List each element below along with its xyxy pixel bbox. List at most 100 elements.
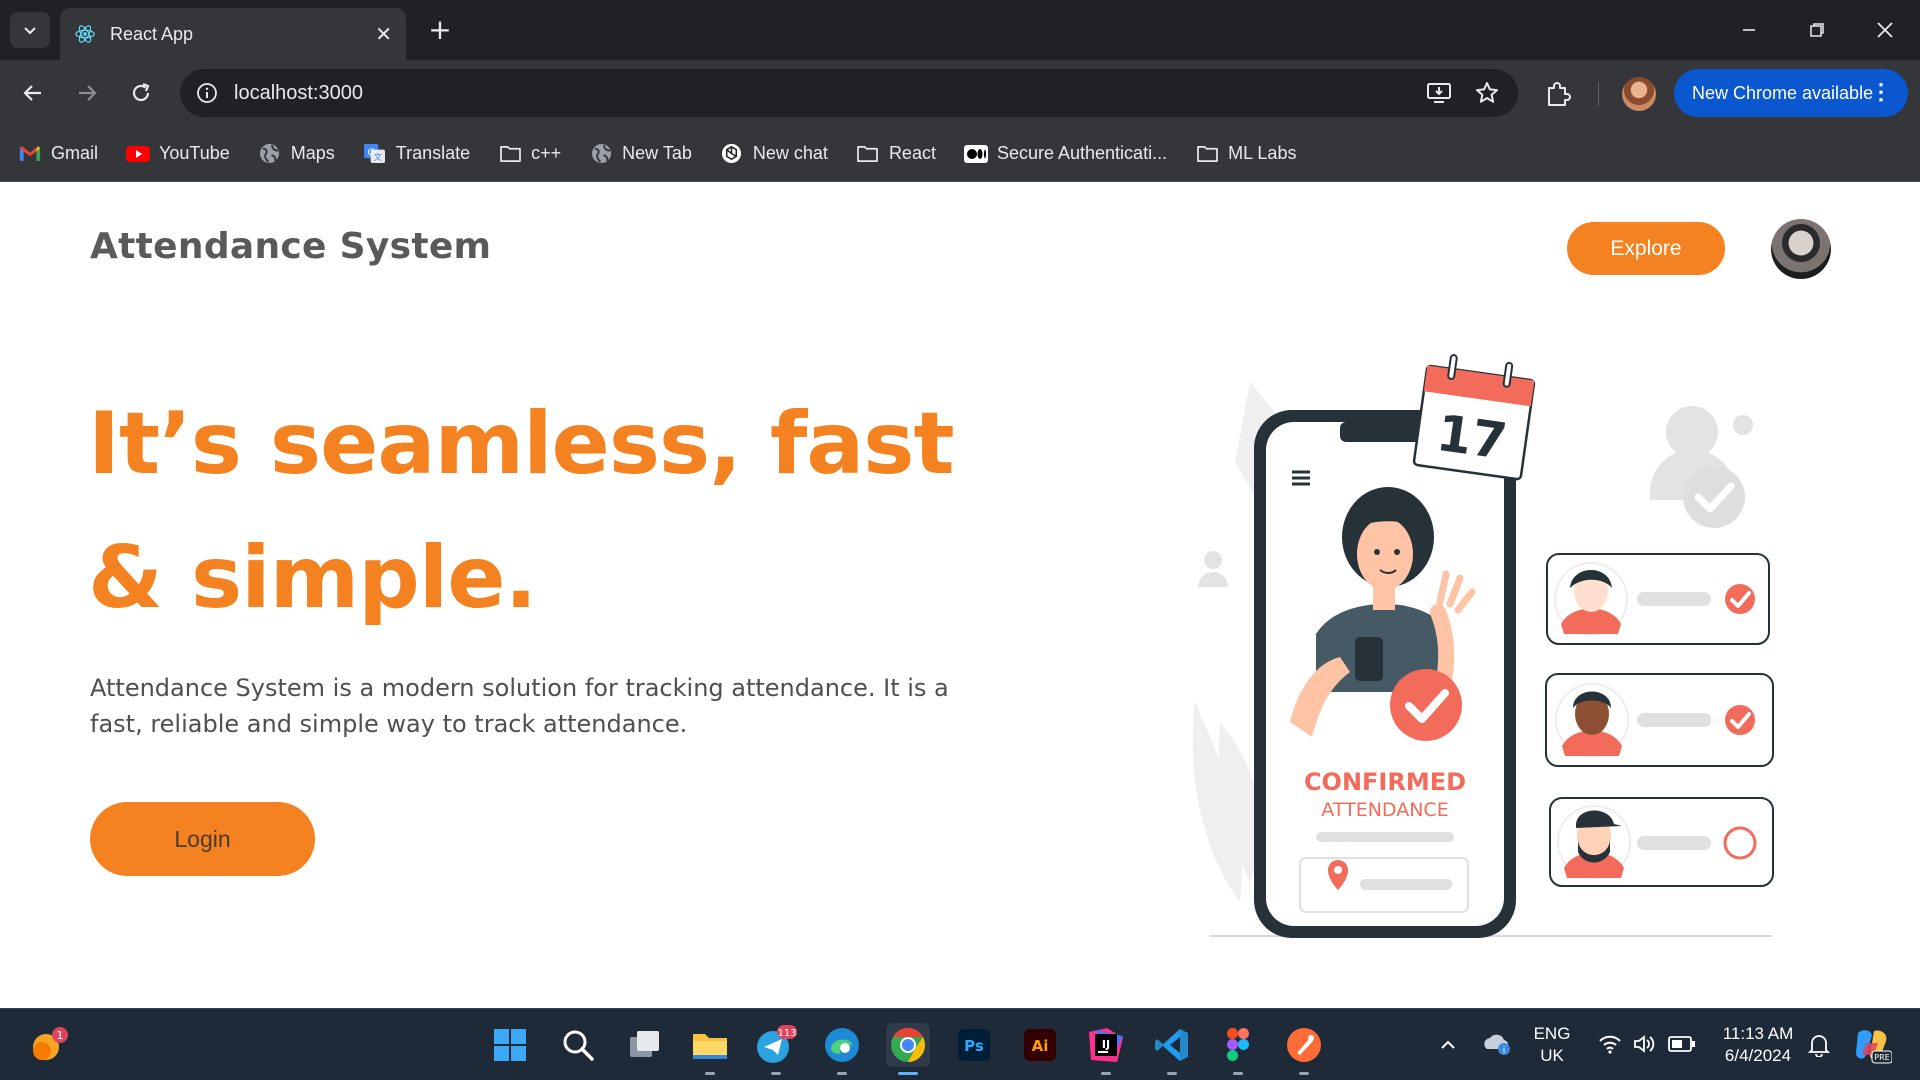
reload-button[interactable] [124, 76, 158, 110]
explore-button[interactable]: Explore [1567, 222, 1725, 275]
minimize-button[interactable] [1724, 10, 1774, 50]
taskbar-app-file-explorer[interactable] [688, 1023, 732, 1075]
weather-widget[interactable]: 1 [26, 1023, 70, 1067]
restore-button[interactable] [1792, 10, 1842, 50]
url-input[interactable] [234, 81, 1334, 105]
taskbar-app-telegram[interactable]: 113 [754, 1023, 798, 1075]
profile-avatar[interactable] [1622, 77, 1656, 111]
bookmark-translate[interactable]: G 文 Translate [363, 143, 470, 165]
close-tab-icon[interactable]: ✕ [375, 22, 392, 46]
taskbar-app-figma[interactable] [1216, 1023, 1260, 1075]
user-avatar[interactable] [1771, 219, 1831, 279]
new-tab-button[interactable]: + [424, 14, 456, 46]
youtube-icon [126, 143, 151, 165]
bookmark-secure-authenticati[interactable]: Secure Authenticati... [963, 143, 1168, 165]
arrow-left-icon [23, 85, 41, 101]
bookmark-maps[interactable]: Maps [258, 143, 335, 165]
chrome-icon [891, 1028, 925, 1062]
bookmark-label: ML Labs [1228, 143, 1297, 163]
login-button[interactable]: Login [90, 802, 315, 876]
chevron-up-icon[interactable] [1438, 1035, 1458, 1055]
browser-tab[interactable]: React App ✕ [60, 8, 406, 60]
bookmark-label: New chat [752, 143, 828, 163]
check-icon [1725, 705, 1755, 735]
folder-icon [1195, 143, 1219, 165]
volume-icon[interactable] [1632, 1033, 1656, 1055]
taskbar-app-intellij[interactable]: IJ [1084, 1023, 1128, 1075]
taskbar-app-chrome[interactable] [886, 1023, 930, 1075]
more-vert-icon[interactable]: ⋮ [1870, 80, 1892, 104]
attendee-card-1 [1546, 553, 1770, 645]
hero-heading-line-1: It’s seamless, fast [88, 394, 955, 494]
tab-title: React App [110, 23, 194, 44]
svg-text:IJ: IJ [1102, 1038, 1110, 1051]
browser-toolbar: New Chrome available ⋮ [0, 60, 1920, 126]
forward-button[interactable] [70, 76, 104, 110]
bookmark-ml-labs[interactable]: ML Labs [1195, 143, 1296, 165]
back-button[interactable] [16, 76, 50, 110]
svg-text:Ps: Ps [964, 1037, 984, 1055]
attendance-illustration: CONFIRMED ATTENDANCE 17 [1192, 354, 1774, 938]
update-chrome-button[interactable]: New Chrome available ⋮ [1674, 69, 1908, 117]
postman-icon [1287, 1028, 1321, 1062]
region-label: UK [1540, 1046, 1564, 1065]
taskbar-app-search[interactable] [556, 1023, 600, 1067]
taskbar-app-start[interactable] [488, 1023, 532, 1067]
svg-text:文: 文 [374, 151, 383, 163]
search-icon [563, 1030, 594, 1061]
reload-icon [132, 82, 150, 102]
copilot-icon[interactable]: PRE [1852, 1025, 1892, 1065]
check-icon [1725, 584, 1755, 614]
bookmark-new-tab[interactable]: New Tab [589, 143, 692, 165]
edge-icon [825, 1028, 859, 1062]
bookmark-c++[interactable]: c++ [498, 143, 561, 165]
taskbar-app-photoshop[interactable]: Ps [952, 1023, 996, 1067]
calendar-day: 17 [1433, 404, 1510, 471]
battery-icon[interactable] [1668, 1035, 1696, 1053]
bookmark-react[interactable]: React [856, 143, 936, 165]
language-label: ENG [1533, 1024, 1571, 1043]
globe-icon [258, 143, 282, 165]
bookmark-label: Secure Authenticati... [996, 143, 1168, 163]
clock-time: 11:13 AM [1722, 1024, 1794, 1043]
bookmark-star-icon[interactable] [1474, 80, 1500, 106]
notification-bell-icon[interactable] [1808, 1033, 1830, 1057]
wifi-icon[interactable] [1598, 1033, 1622, 1055]
attendee-card-3 [1549, 797, 1774, 887]
bookmark-youtube[interactable]: YouTube [126, 143, 230, 165]
taskbar-app-task-view[interactable] [622, 1023, 666, 1067]
bookmark-label: New Tab [622, 143, 692, 163]
bookmark-new-chat[interactable]: New chat [720, 143, 828, 165]
telegram-icon: 113 [757, 1025, 797, 1063]
taskbar-app-vscode[interactable] [1150, 1023, 1194, 1075]
toolbar-divider [1598, 82, 1599, 106]
close-window-button[interactable] [1860, 10, 1910, 50]
hero-heading-line-2: & simple. [88, 528, 537, 628]
address-bar[interactable] [180, 69, 1518, 117]
clock[interactable]: 11:13 AM 6/4/2024 [1712, 1023, 1804, 1067]
photoshop-icon: Ps [958, 1029, 990, 1061]
taskbar-app-postman[interactable] [1282, 1023, 1326, 1075]
folder-icon [693, 1034, 727, 1059]
gmail-icon [18, 143, 42, 165]
illustrator-icon: Ai [1024, 1029, 1056, 1061]
extensions-icon[interactable] [1542, 78, 1574, 110]
clock-date: 6/4/2024 [1724, 1046, 1792, 1065]
bookmark-gmail[interactable]: Gmail [18, 143, 98, 165]
install-app-icon[interactable] [1426, 80, 1452, 106]
folder-icon [498, 143, 522, 165]
site-info-icon[interactable] [194, 80, 220, 106]
input-language[interactable]: ENG UK [1530, 1023, 1574, 1067]
close-icon [1877, 22, 1893, 38]
arrow-right-icon [79, 85, 97, 101]
taskbar-app-edge[interactable] [820, 1023, 864, 1075]
svg-text:i: i [1503, 1046, 1506, 1056]
minimize-icon [1743, 29, 1755, 31]
onedrive-icon[interactable]: i [1482, 1031, 1512, 1057]
bookmarks-bar: Gmail YouTube Maps G 文 Translate c++ New Tab New… [0, 126, 1920, 182]
taskbar-app-illustrator[interactable]: Ai [1018, 1023, 1062, 1067]
attendance-label: ATTENDANCE [1321, 799, 1448, 821]
bookmark-label: Maps [290, 143, 335, 163]
tab-search-button[interactable] [10, 12, 50, 48]
weather-badge: 1 [57, 1029, 64, 1042]
